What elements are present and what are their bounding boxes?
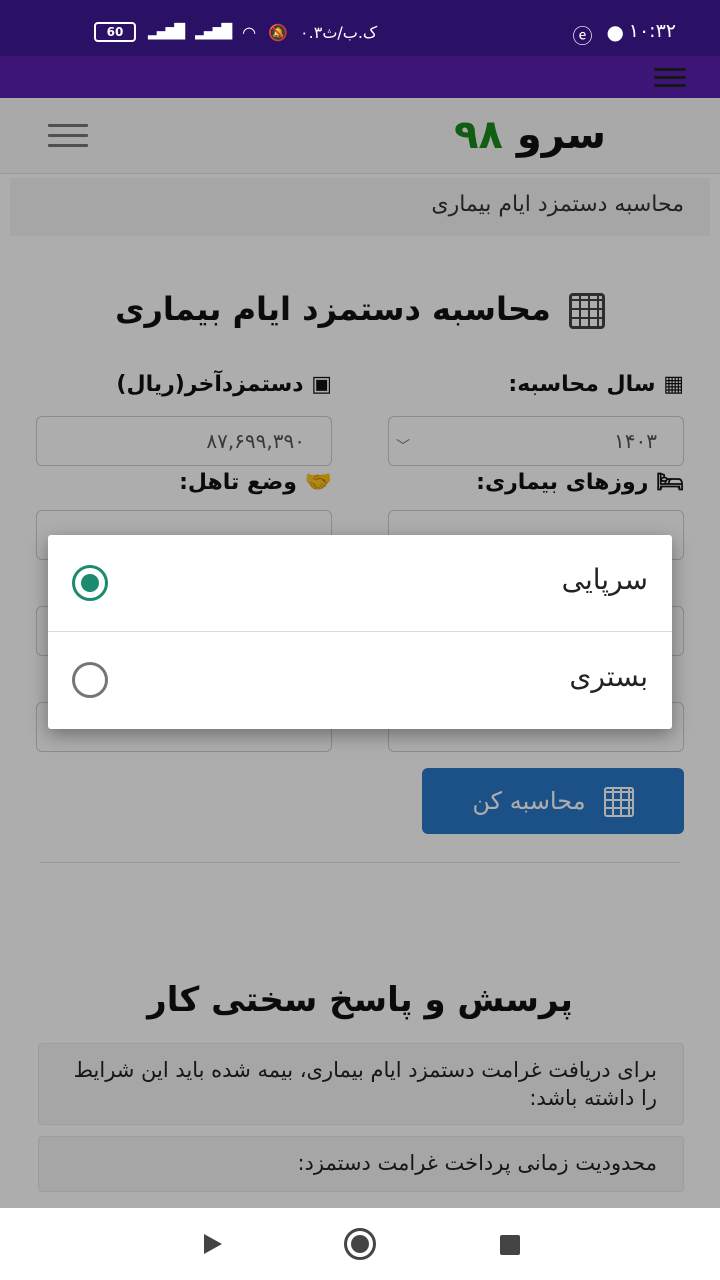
radio-unchecked-icon[interactable] xyxy=(72,662,108,698)
app-notification-icon: ⓔ xyxy=(572,24,593,48)
signal-2-icon: ▂▄▆█ xyxy=(195,24,232,40)
option-label: بستری xyxy=(569,660,648,693)
option-label: سرپایی xyxy=(561,563,648,596)
selection-dialog: سرپایی بستری xyxy=(48,535,672,729)
status-time: ۱۰:۳۲ xyxy=(628,20,676,42)
home-icon[interactable] xyxy=(344,1228,376,1260)
dialog-option-outpatient[interactable]: سرپایی xyxy=(48,535,672,631)
dialog-option-inpatient[interactable]: بستری xyxy=(48,632,672,728)
status-right-icons: ⓔ ● xyxy=(573,20,624,49)
signal-icon: ▂▄▆█ xyxy=(148,24,185,40)
system-nav-bar xyxy=(0,1208,720,1280)
back-icon[interactable] xyxy=(204,1234,222,1254)
recent-apps-icon[interactable] xyxy=(500,1235,520,1255)
battery-icon: 60 xyxy=(94,22,136,42)
status-date: ۰.۳ک.ب/ث xyxy=(300,22,378,42)
radio-checked-icon[interactable] xyxy=(72,565,108,601)
bag-icon: ● xyxy=(606,20,624,44)
status-left-icons: 60 ▂▄▆█ ▂▄▆█ ◠ 🔕 ۰.۳ک.ب/ث xyxy=(94,22,377,42)
mute-icon: 🔕 xyxy=(268,22,289,42)
wifi-icon: ◠ xyxy=(242,22,257,42)
status-bar: 60 ▂▄▆█ ▂▄▆█ ◠ 🔕 ۰.۳ک.ب/ث ⓔ ● ۱۰:۳۲ xyxy=(0,0,720,56)
